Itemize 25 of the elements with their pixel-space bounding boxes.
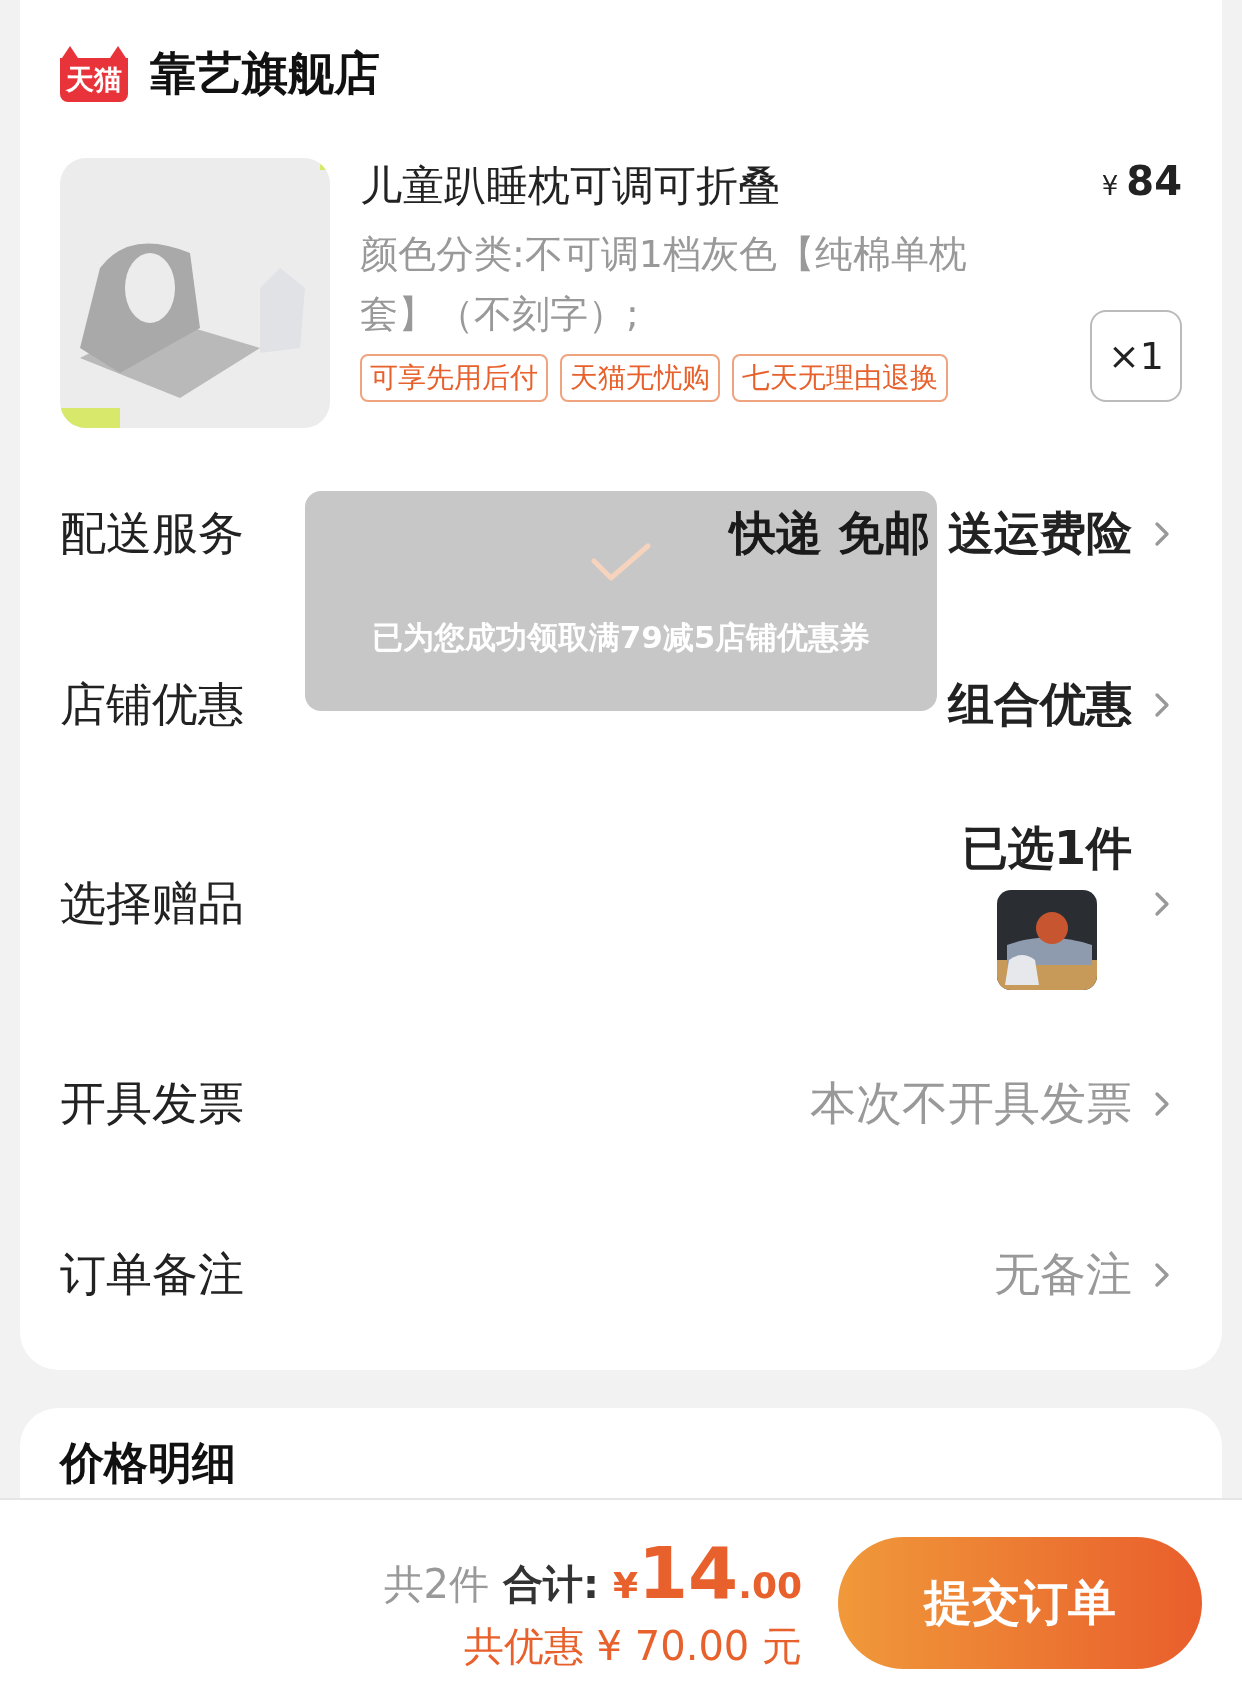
- row-label: 开具发票: [60, 1074, 244, 1132]
- row-value[interactable]: 快递 免邮: [730, 502, 930, 565]
- row-label: 配送服务: [60, 504, 244, 562]
- service-tag: 天猫无忧购: [560, 354, 720, 402]
- total-amount: ¥14.00: [612, 1531, 802, 1615]
- row-value[interactable]: 组合优惠: [948, 673, 1132, 736]
- row-label: 选择赠品: [60, 875, 244, 932]
- check-icon: [591, 543, 651, 583]
- quantity-button[interactable]: ×1: [1090, 310, 1182, 402]
- row-value[interactable]: 已选1件: [962, 818, 1132, 880]
- row-label: 订单备注: [60, 1245, 244, 1303]
- toast-message: 已为您成功领取满79减5店铺优惠券: [371, 618, 871, 657]
- total-label: 合计:: [502, 1560, 599, 1609]
- row-value[interactable]: 送运费险: [948, 502, 1132, 565]
- product-price: ¥ 84: [1101, 158, 1182, 204]
- section-title: 价格明细: [60, 1437, 236, 1488]
- store-badge: 天猫: [60, 46, 128, 102]
- service-tag: 可享先用后付: [360, 354, 548, 402]
- store-name[interactable]: 靠艺旗舰店: [150, 43, 380, 105]
- discount-text: 共优惠 ¥ 70.00 元: [463, 1622, 802, 1671]
- product-spec: 颜色分类:不可调1档灰色【纯棉单枕套】（不刻字）;: [360, 231, 968, 338]
- row-label: 店铺优惠: [60, 675, 244, 733]
- item-count: 共2件: [383, 1560, 489, 1609]
- service-tag: 七天无理由退换: [732, 354, 948, 402]
- product-title: 儿童趴睡枕可调可折叠: [360, 160, 780, 212]
